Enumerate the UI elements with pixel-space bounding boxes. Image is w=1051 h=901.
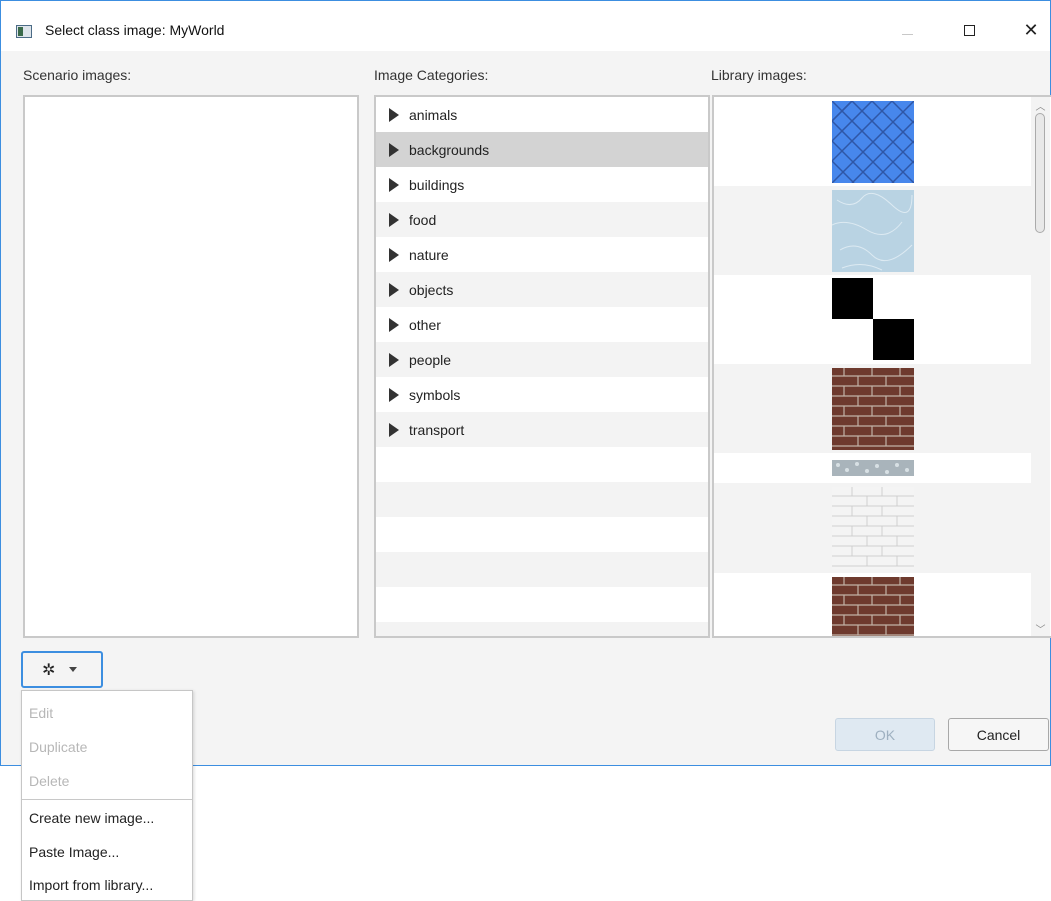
menu-item-edit[interactable]: Edit xyxy=(22,696,192,729)
triangle-right-icon[interactable] xyxy=(389,107,399,122)
library-image-row[interactable] xyxy=(714,275,1032,364)
category-empty-row[interactable] xyxy=(376,587,708,622)
minimize-button[interactable] xyxy=(887,15,927,45)
library-image-row[interactable] xyxy=(714,97,1032,186)
triangle-right-icon[interactable] xyxy=(389,282,399,297)
triangle-right-icon[interactable] xyxy=(389,317,399,332)
library-image-row[interactable] xyxy=(714,453,1032,483)
category-item-backgrounds[interactable]: backgrounds xyxy=(376,132,708,167)
triangle-right-icon[interactable] xyxy=(389,387,399,402)
menu-item-duplicate[interactable]: Duplicate xyxy=(22,730,192,763)
category-item-objects[interactable]: objects xyxy=(376,272,708,307)
category-label: symbols xyxy=(409,386,461,403)
triangle-right-icon[interactable] xyxy=(389,212,399,227)
grey-gravel-strip-thumbnail xyxy=(832,460,914,476)
window-title: Select class image: MyWorld xyxy=(45,22,225,38)
scroll-up-icon[interactable]: ︿ xyxy=(1031,97,1050,113)
library-image-row[interactable] xyxy=(714,186,1032,275)
image-actions-menu: Edit Duplicate Delete Create new image..… xyxy=(21,690,193,901)
menu-item-import-from-library[interactable]: Import from library... xyxy=(22,868,192,901)
library-images-label: Library images: xyxy=(711,67,807,83)
category-empty-row[interactable] xyxy=(376,552,708,587)
category-item-transport[interactable]: transport xyxy=(376,412,708,447)
category-item-food[interactable]: food xyxy=(376,202,708,237)
scenario-images-list[interactable] xyxy=(23,95,359,638)
category-label: food xyxy=(409,211,437,228)
triangle-right-icon[interactable] xyxy=(389,247,399,262)
black-checker-squares-thumbnail xyxy=(832,278,914,360)
category-label: objects xyxy=(409,281,454,298)
red-brick-wall-thumbnail xyxy=(832,577,914,636)
triangle-right-icon[interactable] xyxy=(389,142,399,157)
red-brick-wall-thumbnail xyxy=(832,368,914,450)
minimize-icon xyxy=(901,33,913,35)
category-empty-row[interactable] xyxy=(376,622,708,636)
maximize-icon xyxy=(963,24,975,36)
triangle-right-icon[interactable] xyxy=(389,177,399,192)
cancel-button[interactable]: Cancel xyxy=(948,718,1049,751)
category-label: nature xyxy=(409,246,449,263)
app-window-icon xyxy=(16,25,32,38)
triangle-right-icon[interactable] xyxy=(389,352,399,367)
close-button[interactable]: ✕ xyxy=(1011,15,1051,45)
image-actions-button[interactable]: ✲ xyxy=(21,651,103,688)
library-image-row[interactable] xyxy=(714,573,1032,636)
category-empty-row[interactable] xyxy=(376,447,708,482)
chevron-down-icon xyxy=(69,667,78,672)
scrollbar-thumb[interactable] xyxy=(1035,113,1045,233)
library-scrollbar[interactable]: ︿ ﹀ xyxy=(1031,97,1050,636)
title-bar[interactable]: Select class image: MyWorld ✕ xyxy=(1,1,1050,51)
category-label: animals xyxy=(409,106,458,123)
category-empty-row[interactable] xyxy=(376,517,708,552)
category-item-other[interactable]: other xyxy=(376,307,708,342)
category-label: backgrounds xyxy=(409,141,490,158)
scenario-images-label: Scenario images: xyxy=(23,67,132,83)
category-item-people[interactable]: people xyxy=(376,342,708,377)
category-item-animals[interactable]: animals xyxy=(376,97,708,132)
light-blue-marble-thumbnail xyxy=(832,190,914,272)
image-categories-label: Image Categories: xyxy=(374,67,489,83)
category-item-nature[interactable]: nature xyxy=(376,237,708,272)
white-stone-wall-thumbnail xyxy=(832,487,914,569)
menu-separator xyxy=(22,799,192,800)
category-empty-row[interactable] xyxy=(376,482,708,517)
gear-icon: ✲ xyxy=(42,661,56,679)
maximize-button[interactable] xyxy=(949,15,989,45)
library-image-row[interactable] xyxy=(714,364,1032,453)
category-item-buildings[interactable]: buildings xyxy=(376,167,708,202)
triangle-right-icon[interactable] xyxy=(389,422,399,437)
menu-item-delete[interactable]: Delete xyxy=(22,764,192,797)
select-class-image-dialog: Select class image: MyWorld ✕ Scenario i… xyxy=(0,0,1051,766)
category-label: people xyxy=(409,351,452,368)
ok-button[interactable]: OK xyxy=(835,718,935,751)
close-icon: ✕ xyxy=(1023,19,1039,40)
category-label: buildings xyxy=(409,176,465,193)
image-categories-list[interactable]: animals backgrounds buildings food nature obj… xyxy=(374,95,710,638)
category-item-symbols[interactable]: symbols xyxy=(376,377,708,412)
scroll-down-icon[interactable]: ﹀ xyxy=(1031,620,1050,636)
blue-diamond-tile-thumbnail xyxy=(832,101,914,183)
category-label: other xyxy=(409,316,441,333)
menu-item-create-new-image[interactable]: Create new image... xyxy=(22,801,192,834)
category-label: transport xyxy=(409,421,465,438)
library-images-list[interactable] xyxy=(712,95,1051,638)
library-image-row[interactable] xyxy=(714,483,1032,573)
menu-item-paste-image[interactable]: Paste Image... xyxy=(22,835,192,868)
